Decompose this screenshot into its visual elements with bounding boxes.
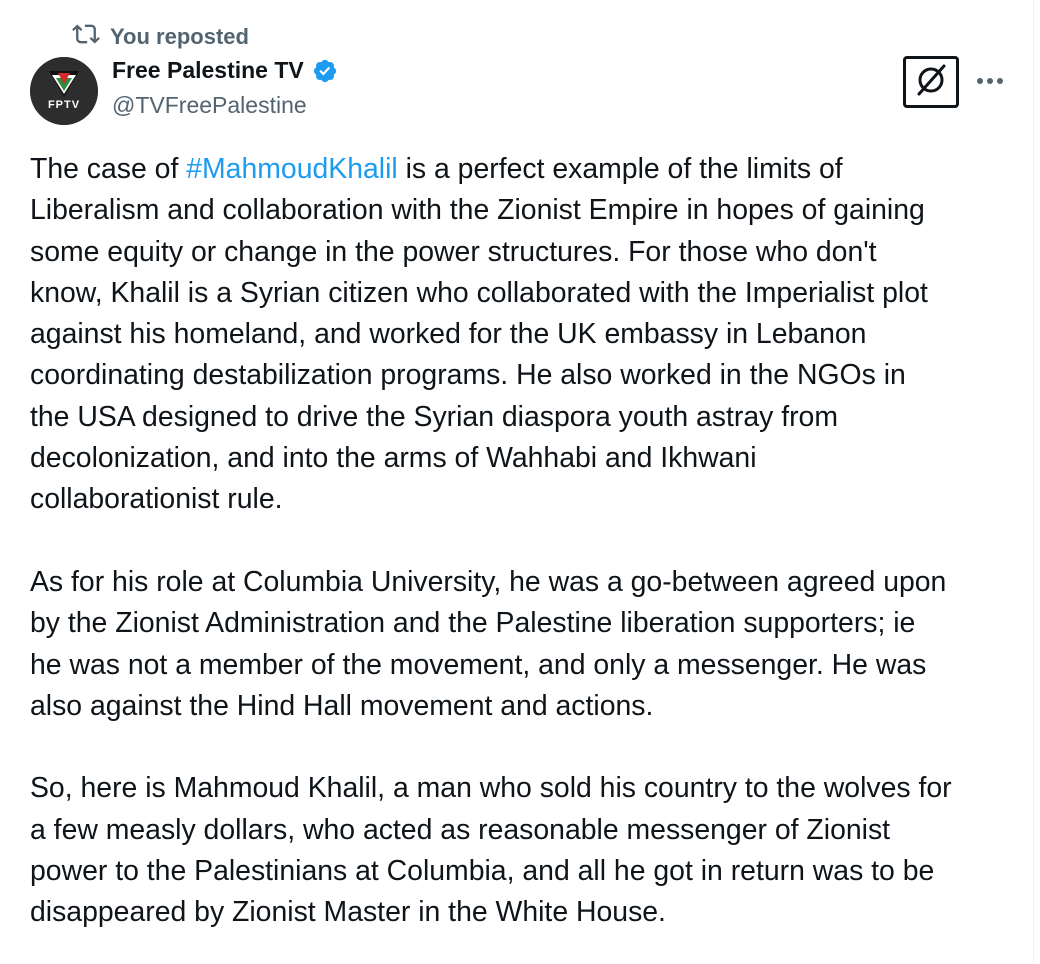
paragraph-break <box>30 727 1015 768</box>
author-name-row: Free Palestine TV <box>112 57 338 84</box>
tweet-line: collaborationist rule. <box>30 483 283 516</box>
hashtag-link[interactable]: #MahmoudKhalil <box>186 153 397 185</box>
tweet-line: a few measly dollars, who acted as reaso… <box>30 813 891 846</box>
author-display-name[interactable]: Free Palestine TV <box>112 57 304 84</box>
grok-icon <box>913 62 949 103</box>
tweet-line: Liberalism and collaboration with the Zi… <box>30 194 925 227</box>
repost-icon <box>72 20 100 54</box>
tweet-line: So, here is Mahmoud Khalil, a man who so… <box>30 772 952 805</box>
tweet-line: coordinating destabilization programs. H… <box>30 359 906 392</box>
grok-button[interactable] <box>903 56 959 108</box>
tweet-line: also against the Hind Hall movement and … <box>30 689 654 722</box>
avatar-logo <box>30 57 98 125</box>
repost-label: You reposted <box>110 24 249 49</box>
tweet-line: disappeared by Zionist Master in the Whi… <box>30 896 666 929</box>
avatar[interactable]: FPTV <box>30 57 98 125</box>
repost-indicator[interactable]: You reposted <box>72 20 249 54</box>
tweet-line: some equity or change in the power struc… <box>30 235 877 268</box>
tweet-line: The case of #MahmoudKhalil is a perfect … <box>30 153 843 185</box>
tweet-line: power to the Palestinians at Columbia, a… <box>30 855 935 888</box>
tweet-line: decolonization, and into the arms of Wah… <box>30 442 757 475</box>
tweet-line: by the Zionist Administration and the Pa… <box>30 607 916 640</box>
tweet-text: The case of #MahmoudKhalil is a perfect … <box>30 149 1015 934</box>
tweet-line: against his homeland, and worked for the… <box>30 318 867 351</box>
tweet-line: he was not a member of the movement, and… <box>30 648 927 681</box>
paragraph-break <box>30 521 1015 562</box>
tweet-card[interactable]: You reposted FPTV Free Palestine TV @TVF… <box>0 0 1034 964</box>
tweet-line: know, Khalil is a Syrian citizen who col… <box>30 276 928 309</box>
more-icon <box>975 73 1005 91</box>
tweet-line: the USA designed to drive the Syrian dia… <box>30 400 838 433</box>
author-handle[interactable]: @TVFreePalestine <box>112 92 307 119</box>
verified-badge-icon[interactable] <box>312 58 338 84</box>
tweet-line: As for his role at Columbia University, … <box>30 565 947 598</box>
avatar-text: FPTV <box>47 99 81 111</box>
more-options-button[interactable] <box>972 68 1008 96</box>
